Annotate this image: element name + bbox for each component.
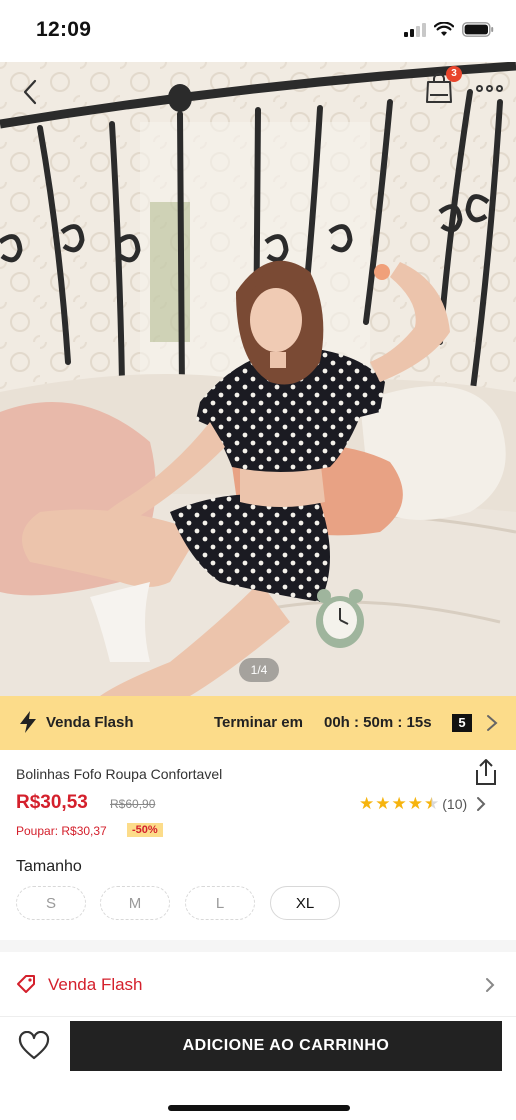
- flash-sale-row-label: Venda Flash: [48, 975, 143, 994]
- bottom-action-bar: ADICIONE AO CARRINHO: [0, 1016, 516, 1120]
- size-title: Tamanho: [16, 858, 82, 875]
- wifi-icon: [434, 22, 454, 36]
- signal-icon: [404, 22, 426, 37]
- status-bar: 12:09: [0, 0, 516, 62]
- star-icon: ★: [391, 794, 407, 813]
- flash-sale-row[interactable]: Venda Flash: [0, 952, 516, 1016]
- share-icon[interactable]: [474, 758, 498, 786]
- flash-countdown: 00h : 50m : 15s: [324, 714, 432, 731]
- countdown-box: 5: [452, 714, 472, 732]
- back-icon: [23, 79, 37, 105]
- flash-ends-label: Terminar em: [214, 714, 303, 731]
- product-price: R$30,53: [16, 792, 88, 813]
- star-icon: ★: [375, 794, 391, 813]
- battery-icon: [462, 22, 494, 37]
- chevron-right-icon[interactable]: [484, 712, 500, 734]
- add-to-cart-button[interactable]: ADICIONE AO CARRINHO: [70, 1021, 502, 1071]
- size-option-l[interactable]: L: [185, 886, 255, 920]
- tag-icon: [17, 975, 35, 993]
- product-title: Bolinhas Fofo Roupa Confortavel: [16, 766, 223, 782]
- product-photo: [0, 62, 516, 696]
- discount-badge: -50%: [127, 823, 163, 837]
- rating-count: (10): [442, 795, 468, 812]
- more-icon: [475, 84, 483, 92]
- size-option-xl[interactable]: XL: [270, 886, 340, 920]
- back-button[interactable]: [14, 76, 46, 108]
- size-option-m[interactable]: M: [100, 886, 170, 920]
- half-star-icon: ★: [424, 794, 440, 813]
- savings-text: Poupar: R$30,37: [16, 824, 107, 838]
- chevron-right-icon: [486, 978, 495, 992]
- heart-icon[interactable]: [18, 1031, 50, 1061]
- section-divider: [0, 940, 516, 952]
- status-time: 12:09: [36, 18, 92, 41]
- product-image[interactable]: 3 1/4: [0, 62, 516, 696]
- rating-summary[interactable]: ★ ★ ★ ★ ★ (10): [359, 795, 486, 812]
- product-old-price: R$60,90: [110, 797, 156, 811]
- bolt-icon: [20, 711, 36, 733]
- flash-sale-bar[interactable]: Venda Flash Terminar em 00h : 50m : 15s: [0, 696, 516, 750]
- star-icon: ★: [359, 794, 375, 813]
- flash-sale-label: Venda Flash: [46, 714, 134, 731]
- image-pager: 1/4: [239, 658, 279, 682]
- home-indicator[interactable]: [168, 1105, 350, 1111]
- cart-count-badge: 3: [446, 66, 462, 82]
- status-icons: [404, 22, 494, 37]
- star-icon: ★: [407, 794, 423, 813]
- chevron-right-icon: [477, 796, 486, 811]
- more-button[interactable]: [472, 76, 506, 100]
- size-option-s[interactable]: S: [16, 886, 86, 920]
